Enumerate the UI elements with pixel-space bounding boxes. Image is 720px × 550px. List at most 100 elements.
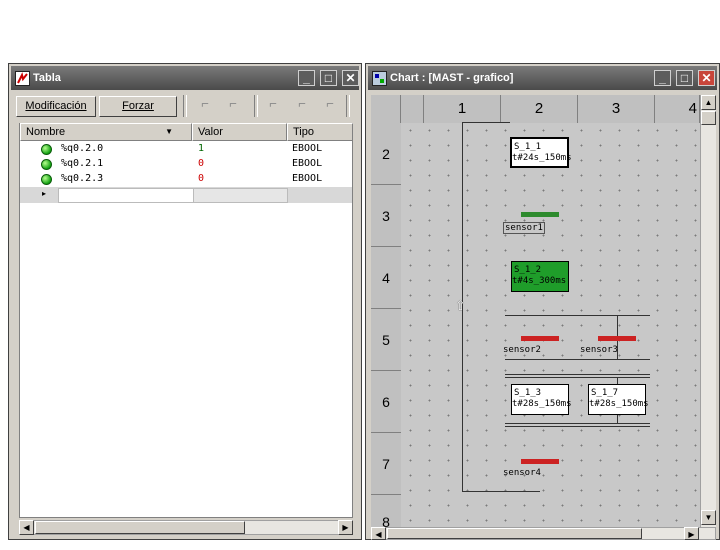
row-header[interactable]: 4 <box>371 247 401 309</box>
sfc-step[interactable]: S_1_1 t#24s_150ms <box>510 137 572 168</box>
scroll-right-arrow[interactable]: ▶ <box>684 527 699 540</box>
loop-arrow-icon: ⇧ <box>455 298 466 313</box>
scroll-thumb[interactable] <box>387 528 642 539</box>
toolbar-separator <box>183 95 187 117</box>
set-falling-icon[interactable]: ⌐ <box>223 95 243 113</box>
row-name: %q0.2.3 <box>61 173 104 184</box>
modify-button[interactable]: Modificación <box>16 96 96 117</box>
column-header-name[interactable]: Nombre ▼ <box>20 123 192 141</box>
step-time: t#4s_300ms <box>512 276 567 286</box>
column-header-type[interactable]: Tipo <box>287 123 353 141</box>
row-value[interactable]: 0 <box>198 171 204 186</box>
force-falling-icon[interactable]: ⌐ <box>292 95 312 113</box>
chart-title: Chart : [MAST - grafico] <box>390 72 514 84</box>
row-header[interactable]: 2 <box>371 123 401 185</box>
transition-label: sensor3 <box>580 345 618 355</box>
row-type: EBOOL <box>292 173 323 184</box>
header-value-label: Valor <box>198 126 223 138</box>
transition-label: sensor2 <box>503 345 541 355</box>
row-type: EBOOL <box>292 158 323 169</box>
sfc-step[interactable]: S_1_3 t#28s_150ms <box>511 384 572 415</box>
close-button[interactable]: ✕ <box>698 70 715 86</box>
sfc-chart-icon <box>372 71 387 86</box>
new-row-pointer-icon: ▸ <box>42 189 47 198</box>
row-value[interactable]: 1 <box>198 141 204 156</box>
maximize-button[interactable]: □ <box>676 70 693 86</box>
sfc-loop-top-line <box>462 122 510 123</box>
row-name: %q0.2.1 <box>61 158 104 169</box>
row-header[interactable]: 3 <box>371 185 401 247</box>
row-name: %q0.2.0 <box>61 143 104 154</box>
scroll-thumb[interactable] <box>35 521 245 534</box>
row-header[interactable]: 6 <box>371 371 401 433</box>
row-type: EBOOL <box>292 143 323 154</box>
set-rising-icon[interactable]: ⌐ <box>195 95 215 113</box>
force-rising-icon[interactable]: ⌐ <box>263 95 283 113</box>
transition-label: sensor1 <box>503 222 545 234</box>
sfc-canvas[interactable] <box>401 123 700 528</box>
step-name: S_1_7 <box>591 388 619 398</box>
scroll-up-arrow[interactable]: ▲ <box>701 95 716 110</box>
sfc-transition[interactable] <box>521 459 559 464</box>
divergence-line <box>505 315 650 316</box>
modify-label: Modificación <box>25 100 87 112</box>
sort-arrow-icon: ▼ <box>165 127 173 136</box>
row-header[interactable]: 5 <box>371 309 401 371</box>
sfc-step[interactable]: S_1_7 t#28s_150ms <box>588 384 649 415</box>
maximize-button[interactable]: □ <box>320 70 337 86</box>
convergence-line <box>505 359 650 360</box>
new-row-value-field[interactable] <box>193 188 288 203</box>
scroll-down-arrow[interactable]: ▼ <box>701 510 716 525</box>
toolbar-separator <box>346 95 350 117</box>
close-button[interactable]: ✕ <box>342 70 359 86</box>
scroll-thumb[interactable] <box>701 111 716 125</box>
force-button[interactable]: Forzar <box>99 96 177 117</box>
sfc-transition[interactable] <box>521 212 559 217</box>
step-time: t#28s_150ms <box>589 399 649 409</box>
step-name: S_1_3 <box>514 388 542 398</box>
column-header[interactable]: 4 <box>655 95 700 123</box>
status-led-icon <box>41 159 52 170</box>
row-header[interactable]: 8 <box>371 495 401 530</box>
sfc-transition[interactable] <box>521 336 559 341</box>
column-header-value[interactable]: Valor <box>192 123 287 141</box>
table-app-icon <box>15 71 30 86</box>
row-header[interactable]: 7 <box>371 433 401 495</box>
parallel-convergence-line <box>505 423 650 424</box>
chart-titlebar[interactable]: Chart : [MAST - grafico] _ □ ✕ <box>368 66 717 90</box>
column-header[interactable]: 1 <box>424 95 501 123</box>
step-name: S_1_2 <box>514 265 542 275</box>
status-led-icon <box>41 174 52 185</box>
unforce-icon[interactable]: ⌐ <box>320 95 340 113</box>
tabla-title: Tabla <box>33 72 61 84</box>
new-row[interactable]: ▸ <box>20 187 352 203</box>
sfc-transition[interactable] <box>598 336 636 341</box>
transition-label: sensor4 <box>503 468 541 478</box>
row-value[interactable]: 0 <box>198 156 204 171</box>
scroll-left-arrow[interactable]: ◀ <box>371 527 386 540</box>
new-row-name-field[interactable] <box>58 188 196 203</box>
parallel-convergence-line <box>505 426 650 427</box>
scroll-right-arrow[interactable]: ▶ <box>338 520 353 535</box>
scroll-left-arrow[interactable]: ◀ <box>19 520 34 535</box>
header-name-label: Nombre <box>26 126 66 138</box>
force-label: Forzar <box>122 100 154 112</box>
status-led-icon <box>41 144 52 155</box>
column-header[interactable]: 2 <box>501 95 578 123</box>
column-header[interactable]: 3 <box>578 95 655 123</box>
column-header-corner <box>371 95 401 123</box>
header-type-label: Tipo <box>293 126 314 138</box>
toolbar-separator <box>254 95 258 117</box>
parallel-divergence-line <box>505 377 650 378</box>
chart-vertical-scrollbar[interactable] <box>700 95 716 528</box>
step-name: S_1_1 <box>514 142 542 152</box>
tabla-titlebar[interactable]: Tabla _ □ ✕ <box>11 66 359 90</box>
step-time: t#28s_150ms <box>512 399 572 409</box>
step-time: t#24s_150ms <box>512 153 572 163</box>
minimize-button[interactable]: _ <box>298 70 315 86</box>
sfc-loop-bottom-line <box>462 491 540 492</box>
sfc-step-active[interactable]: S_1_2 t#4s_300ms <box>511 261 569 292</box>
minimize-button[interactable]: _ <box>654 70 671 86</box>
column-header-spacer <box>401 95 424 123</box>
parallel-divergence-line <box>505 374 650 375</box>
